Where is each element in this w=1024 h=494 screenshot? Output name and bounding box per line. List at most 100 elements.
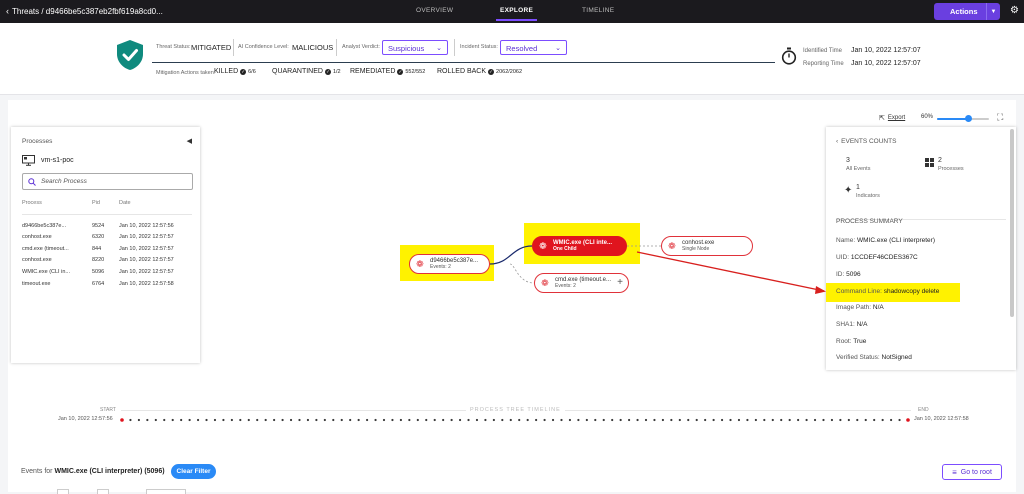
timeline-dot — [636, 418, 639, 422]
search-icon — [28, 177, 36, 186]
list-tree-icon: ≡ — [952, 467, 957, 477]
timeline-dot — [171, 418, 174, 422]
events-counts-title: EVENTS COUNTS — [841, 138, 897, 145]
graph-node-cmd[interactable]: ❁ cmd.exe (timeout.e... Events: 2 + — [534, 273, 629, 293]
timeline-dot — [526, 418, 529, 422]
timeline-dot — [357, 418, 360, 422]
events-for-label: Events for WMIC.exe (CLI interpreter) (5… — [21, 468, 165, 475]
timeline-dot — [205, 418, 208, 422]
events-counts-header[interactable]: ‹ EVENTS COUNTS — [836, 138, 896, 145]
timeline-start-date: Jan 10, 2022 12:57:56 — [58, 416, 113, 422]
timeline-dot — [627, 418, 631, 422]
timeline-dot — [687, 418, 690, 422]
timeline-dot — [349, 418, 352, 422]
agent-row: vm-s1-poc — [22, 155, 74, 166]
indicators-label[interactable]: Indicators — [856, 193, 880, 199]
summary-command-line: Command Line: shadowcopy delete — [836, 288, 940, 295]
row-process: conhost.exe — [22, 234, 52, 240]
timeline-dot — [797, 418, 800, 422]
timeline-dot — [467, 418, 470, 422]
annotation-arrowhead — [815, 286, 826, 294]
row-process: cmd.exe (timeout... — [22, 246, 69, 252]
timeline-dot — [729, 418, 732, 422]
timeline-dots[interactable] — [120, 416, 915, 424]
timeline-dot — [492, 418, 495, 422]
agent-name: vm-s1-poc — [41, 157, 74, 164]
events-for-process: WMIC.exe (CLI interpreter) (5096) — [54, 468, 165, 475]
clear-filter-button[interactable]: Clear Filter — [171, 464, 216, 479]
summary-uid: UID: 1CCDEF46CDES367C — [836, 254, 918, 261]
timeline-dot — [518, 418, 521, 422]
search-placeholder: Search Process — [41, 178, 87, 185]
all-events-label[interactable]: All Events — [846, 166, 870, 172]
summary-id: ID: 5096 — [836, 271, 861, 278]
row-pid: 5096 — [92, 269, 105, 275]
timeline-dot — [408, 418, 411, 422]
process-icon: ❁ — [539, 241, 547, 251]
timeline-dot — [382, 418, 386, 422]
timeline-dot — [399, 418, 403, 422]
connector-root-wmic — [489, 245, 533, 265]
graph-node-conhost[interactable]: ❁ conhost.exe Single Node — [661, 236, 753, 256]
timeline-dot — [560, 418, 563, 422]
filter-stub[interactable] — [57, 489, 69, 494]
filter-stub[interactable] — [146, 489, 186, 494]
annotation-arrow — [636, 251, 825, 292]
timeline-dot — [501, 418, 504, 422]
row-process: d9466be5c387e... — [22, 223, 67, 229]
timeline-dot — [416, 418, 419, 422]
timeline-dot — [450, 418, 453, 422]
column-pid: Pid — [92, 200, 100, 206]
processes-count-label[interactable]: Processes — [938, 166, 964, 172]
timeline-dot — [763, 418, 766, 422]
filter-stub[interactable] — [97, 489, 109, 494]
timeline-dot — [239, 418, 242, 422]
node-sub: Single Node — [682, 246, 710, 252]
timeline-dot — [712, 418, 715, 422]
row-date: Jan 10, 2022 12:57:57 — [119, 246, 174, 252]
timeline-dot — [458, 418, 462, 422]
timeline-title: PROCESS TREE TIMELINE — [466, 407, 565, 413]
timeline-dot — [298, 418, 301, 422]
row-date: Jan 10, 2022 12:57:56 — [119, 223, 174, 229]
magic-wand-icon: ✦ — [844, 185, 853, 196]
timeline-dot — [180, 418, 183, 422]
expand-plus-icon[interactable]: + — [617, 277, 623, 288]
timeline-dot — [670, 418, 673, 422]
timeline-dot — [577, 418, 580, 422]
timeline-dot — [813, 418, 817, 422]
search-process-input[interactable]: Search Process — [22, 173, 193, 190]
row-pid: 6764 — [92, 281, 105, 287]
column-date: Date — [119, 200, 131, 206]
scrollbar[interactable] — [1010, 129, 1014, 317]
node-sub: Events: 2 — [555, 283, 576, 289]
timeline-dot — [839, 418, 842, 422]
graph-node-wmic[interactable]: ❁ WMIC.exe (CLI inte... One Child — [532, 236, 627, 256]
row-pid: 9524 — [92, 223, 105, 229]
timeline-dot — [585, 418, 588, 422]
timeline-dot — [306, 418, 310, 422]
go-to-root-label: Go to root — [960, 468, 992, 476]
summary-root: Root: True — [836, 338, 867, 345]
go-to-root-button[interactable]: ≡ Go to root — [942, 464, 1002, 480]
timeline-dot — [873, 418, 876, 422]
timeline-dot — [391, 418, 394, 422]
collapse-panel-icon[interactable]: ◀ — [187, 137, 192, 145]
timeline-dot — [332, 418, 335, 422]
timeline-dot — [543, 418, 546, 422]
timeline-dot — [196, 418, 200, 422]
timeline-dot — [433, 418, 436, 422]
timeline-dot — [425, 418, 428, 422]
row-process: WMIC.exe (CLI in... — [22, 269, 70, 275]
timeline-dot — [509, 418, 512, 422]
timeline-dot — [661, 418, 665, 422]
summary-sha1: SHA1: N/A — [836, 321, 868, 328]
timeline-dot — [611, 418, 614, 422]
timeline-dot — [323, 418, 326, 422]
timeline-dot — [695, 418, 698, 422]
row-date: Jan 10, 2022 12:57:57 — [119, 234, 174, 240]
graph-node-root[interactable]: ❁ d9466be5c387e... Events: 2 — [409, 254, 490, 274]
timeline-dot — [780, 418, 783, 422]
timeline-dot — [273, 418, 276, 422]
timeline-dot — [163, 418, 166, 422]
